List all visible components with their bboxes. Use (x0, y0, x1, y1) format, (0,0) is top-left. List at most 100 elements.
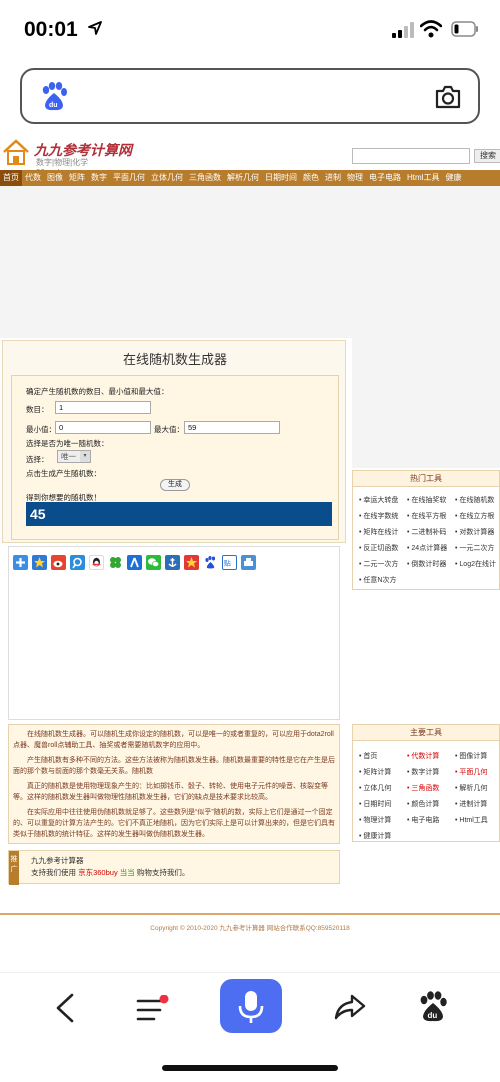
nav-item[interactable]: 数字 (88, 170, 110, 186)
unique-select[interactable]: 唯一 ▾ (57, 450, 91, 463)
click-label: 点击生成产生随机数： (26, 469, 101, 478)
hot-tool-link[interactable]: • 在线抽奖软 (407, 495, 446, 505)
nav-item[interactable]: 进制 (322, 170, 344, 186)
360buy-link[interactable]: 360buy (93, 868, 118, 877)
main-tool-link[interactable]: • 物理计算 (359, 815, 391, 825)
main-tool-link[interactable]: • 解析几何 (455, 783, 487, 793)
main-tool-link[interactable]: • 日期时间 (359, 799, 391, 809)
battery-icon (451, 21, 478, 37)
nav-item[interactable]: 解析几何 (224, 170, 262, 186)
weibo-icon[interactable] (51, 555, 66, 570)
main-tool-link[interactable]: • 数字计算 (407, 767, 439, 777)
support-suffix: 购物支持我们。 (136, 868, 190, 877)
support-title: 九九参考计算器 (31, 856, 84, 865)
nav-item[interactable]: 颜色 (300, 170, 322, 186)
main-tool-link[interactable]: • Html工具 (455, 815, 488, 825)
unique-question: 选择是否为唯一随机数： (26, 439, 109, 448)
tencent-weibo-icon[interactable] (70, 555, 85, 570)
print-icon[interactable] (241, 555, 256, 570)
max-input[interactable]: 59 (184, 421, 280, 434)
camera-icon[interactable] (434, 84, 462, 110)
share-plus-icon[interactable] (13, 555, 28, 570)
main-tool-link[interactable]: • 矩阵计算 (359, 767, 391, 777)
hot-tool-link[interactable]: • 在线立方根 (455, 511, 494, 521)
hot-tool-link[interactable]: • Log2在线计 (455, 559, 496, 569)
dangdang-link[interactable]: 当当 (120, 868, 135, 877)
count-label: 数目： (26, 405, 49, 414)
menu-icon[interactable] (134, 995, 170, 1025)
microphone-icon (238, 991, 264, 1023)
baidu-paw-icon[interactable]: du (40, 82, 68, 112)
anchor-icon[interactable] (165, 555, 180, 570)
site-navbar: 首页 代数 图像 矩阵 数字 平面几何 立体几何 三角函数 解析几何 日期时间 … (0, 170, 500, 186)
jd-link[interactable]: 京东 (78, 868, 93, 877)
baidu-home-icon[interactable]: du (418, 991, 448, 1023)
hot-tool-link[interactable]: • 对数计算器 (455, 527, 494, 537)
house-logo-icon (3, 139, 29, 165)
generate-button[interactable]: 生成 (160, 479, 190, 491)
main-tools-title: 主要工具 (353, 725, 499, 741)
hot-tool-link[interactable]: • 二元一次方 (359, 559, 398, 569)
main-tool-link[interactable]: • 三角函数 (407, 783, 439, 793)
hot-tools-panel: 热门工具 • 幸运大转盘 • 在线抽奖软 • 在线随机数 • 在线字数统 • 在… (352, 470, 500, 590)
hot-tool-link[interactable]: • 矩阵在线计 (359, 527, 398, 537)
hot-tool-link[interactable]: • 二进制补码 (407, 527, 446, 537)
main-tool-link[interactable]: • 首页 (359, 751, 377, 761)
browser-search-box[interactable]: du (20, 68, 480, 124)
nav-item[interactable]: 图像 (44, 170, 66, 186)
hot-tool-link[interactable]: • 任意N次方 (359, 575, 396, 585)
promo-tag: 推广 (9, 851, 19, 885)
site-search-button[interactable]: 搜索 (474, 149, 500, 163)
main-tool-link[interactable]: • 图像计算 (455, 751, 487, 761)
min-input[interactable]: 0 (55, 421, 151, 434)
hot-tool-link[interactable]: • 在线字数统 (359, 511, 398, 521)
count-input[interactable]: 1 (55, 401, 151, 414)
main-tool-link[interactable]: • 健康计算 (359, 831, 391, 841)
hot-tool-link[interactable]: • 幸运大转盘 (359, 495, 398, 505)
back-icon[interactable] (54, 993, 76, 1023)
main-tool-link[interactable]: • 颜色计算 (407, 799, 439, 809)
hot-tool-link[interactable]: • 24点计算器 (407, 543, 447, 553)
main-tool-link[interactable]: • 立体几何 (359, 783, 391, 793)
svg-text:贴: 贴 (224, 559, 231, 568)
nav-item[interactable]: 物理 (344, 170, 366, 186)
hot-tool-link[interactable]: • 在线随机数 (455, 495, 494, 505)
main-tool-link[interactable]: • 电子电路 (407, 815, 439, 825)
nav-item[interactable]: 立体几何 (148, 170, 186, 186)
baidu-share-icon[interactable] (203, 555, 218, 570)
site-search-input[interactable] (352, 148, 470, 164)
qq-icon[interactable] (89, 555, 104, 570)
clover-icon[interactable] (108, 555, 123, 570)
max-label: 最大值： (154, 425, 184, 434)
nav-item[interactable]: 平面几何 (110, 170, 148, 186)
nav-item[interactable]: Html工具 (404, 170, 442, 186)
nav-item[interactable]: 健康 (442, 170, 464, 186)
favorite-star-icon[interactable] (32, 555, 47, 570)
nav-item[interactable]: 三角函数 (186, 170, 224, 186)
main-tool-link[interactable]: • 代数计算 (407, 751, 439, 761)
page-title: 在线随机数生成器 (122, 352, 227, 367)
hot-tool-link[interactable]: • 一元二次方 (455, 543, 494, 553)
site-logo[interactable]: 九九参考计算网 数字|物理|化学 99cankao.com (2, 136, 142, 177)
voice-search-button[interactable] (220, 979, 282, 1033)
renren-icon[interactable] (127, 555, 142, 570)
main-tool-link[interactable]: • 平面几何 (455, 767, 487, 777)
hot-tool-link[interactable]: • 倒数计时器 (407, 559, 446, 569)
qzone-star-icon[interactable] (184, 555, 199, 570)
hot-tool-link[interactable]: • 反正切函数 (359, 543, 398, 553)
nav-item-home[interactable]: 首页 (0, 170, 22, 186)
nav-item[interactable]: 日期时间 (262, 170, 300, 186)
hot-tool-link[interactable]: • 在线平方根 (407, 511, 446, 521)
nav-item[interactable]: 代数 (22, 170, 44, 186)
support-text: 支持我们使用 京东360buy 当当 购物支持我们。 (31, 867, 189, 878)
tieba-icon[interactable]: 贴 (222, 555, 237, 570)
wifi-icon (420, 20, 442, 38)
wechat-icon[interactable] (146, 555, 161, 570)
share-arrow-icon[interactable] (334, 993, 366, 1021)
result-display: 45 (26, 502, 332, 526)
main-tool-link[interactable]: • 进制计算 (455, 799, 487, 809)
support-prefix: 支持我们使用 (31, 868, 76, 877)
select-value: 唯一 (61, 452, 76, 461)
nav-item[interactable]: 矩阵 (66, 170, 88, 186)
nav-item[interactable]: 电子电路 (366, 170, 404, 186)
